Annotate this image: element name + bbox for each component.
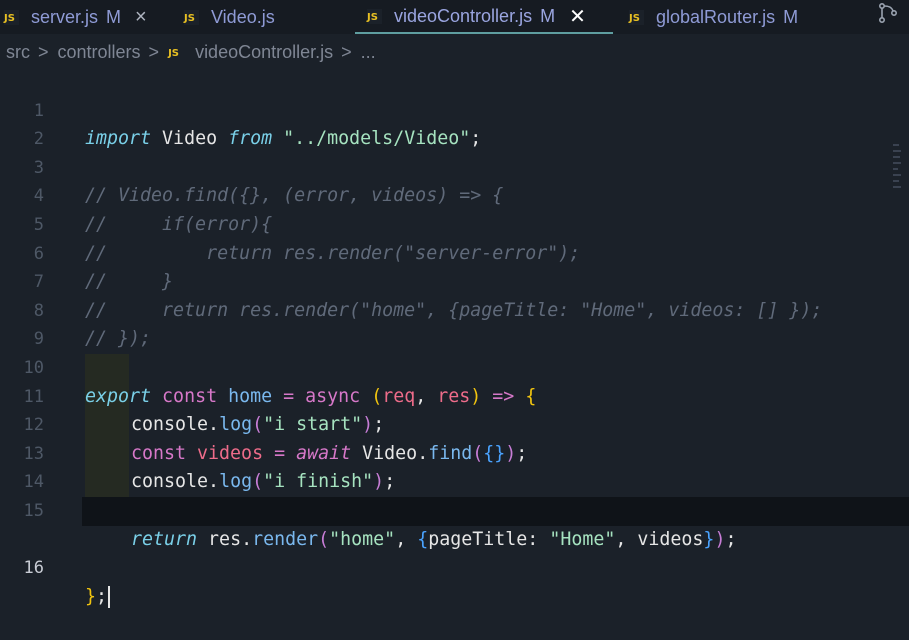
- property-key: pageTitle: [428, 528, 528, 550]
- tab-video-controller-js[interactable]: JS videoController.js M ✕: [355, 0, 613, 34]
- js-file-icon: JS: [367, 8, 382, 24]
- code-line-9: 9: [0, 297, 909, 349]
- line-number: 16: [23, 558, 44, 579]
- breadcrumb-controllers[interactable]: controllers: [58, 42, 141, 63]
- code-line-4: 4 // if(error){: [0, 154, 909, 235]
- code-line-16: 16 };: [0, 497, 909, 608]
- keyword: return: [131, 528, 198, 550]
- js-file-icon: JS: [4, 9, 19, 25]
- code-line-1: 1 import Video from "../models/Video";: [0, 68, 909, 150]
- method: render: [252, 528, 319, 550]
- string: "Home": [549, 528, 616, 550]
- bracket: ): [714, 528, 726, 550]
- close-tab-icon[interactable]: ×: [135, 6, 147, 29]
- code-line-15: 15 return res.render("home", {pageTitle:…: [0, 468, 909, 550]
- breadcrumb-symbols[interactable]: ...: [361, 42, 376, 63]
- breadcrumb-file[interactable]: videoController.js: [195, 42, 333, 63]
- tab-server-js[interactable]: JS server.js M ×: [0, 0, 170, 34]
- code-line-12: 12 const videos = await Video.find({});: [0, 383, 909, 464]
- js-file-icon: JS: [629, 9, 644, 25]
- bracket: {: [417, 528, 429, 550]
- text-cursor: [108, 585, 111, 608]
- bracket: }: [85, 585, 97, 607]
- bracket: }: [703, 528, 715, 550]
- string: "home": [329, 528, 396, 550]
- code-line-5: 5 // return res.render("server-error");: [0, 182, 909, 264]
- breadcrumb-separator: >: [341, 41, 352, 62]
- tab-label: globalRouter.js: [656, 6, 776, 27]
- tab-label: Video.js: [211, 6, 275, 27]
- code-line-10: 10 export const home = async (req, res) …: [0, 325, 909, 407]
- breadcrumb-separator: >: [148, 41, 160, 62]
- code-line-8: 8 // });: [0, 268, 909, 350]
- tab-bar: JS server.js M × JS Video.js JS videoCon…: [0, 0, 909, 34]
- code-line-2: 2: [0, 97, 909, 149]
- js-file-icon: JS: [184, 9, 199, 25]
- source-control-icon[interactable]: [877, 2, 899, 30]
- current-line-highlight: [82, 497, 909, 526]
- code-editor[interactable]: 1 import Video from "../models/Video"; 2…: [0, 68, 909, 608]
- tab-label: server.js: [31, 6, 99, 27]
- modified-badge: M: [540, 5, 556, 26]
- modified-badge: M: [106, 6, 122, 27]
- modified-badge: M: [783, 6, 799, 27]
- code-line-3: 3 // Video.find({}, (error, videos) => {: [0, 125, 909, 207]
- bracket: (: [318, 528, 330, 550]
- breadcrumb-src[interactable]: src: [6, 42, 30, 63]
- code-line-6: 6 // }: [0, 211, 909, 293]
- tab-label: videoController.js: [394, 5, 533, 26]
- breadcrumb-separator: >: [38, 41, 49, 62]
- code-line-7: 7 // return res.render("home", {pageTitl…: [0, 240, 909, 321]
- js-file-icon: JS: [168, 47, 179, 59]
- identifier: videos: [637, 528, 704, 550]
- breadcrumb: src > controllers > JS videoController.j…: [0, 36, 909, 68]
- code-line-14: 14 console.log(videos): [0, 440, 909, 521]
- code-line-11: 11 console.log("i start");: [0, 354, 909, 436]
- code-line-13: 13 console.log("i finish");: [0, 411, 909, 493]
- tab-video-js[interactable]: JS Video.js: [170, 0, 355, 34]
- close-tab-icon[interactable]: ✕: [569, 4, 586, 29]
- identifier: res: [197, 528, 242, 550]
- tab-global-router-js[interactable]: JS globalRouter.js M: [613, 0, 798, 34]
